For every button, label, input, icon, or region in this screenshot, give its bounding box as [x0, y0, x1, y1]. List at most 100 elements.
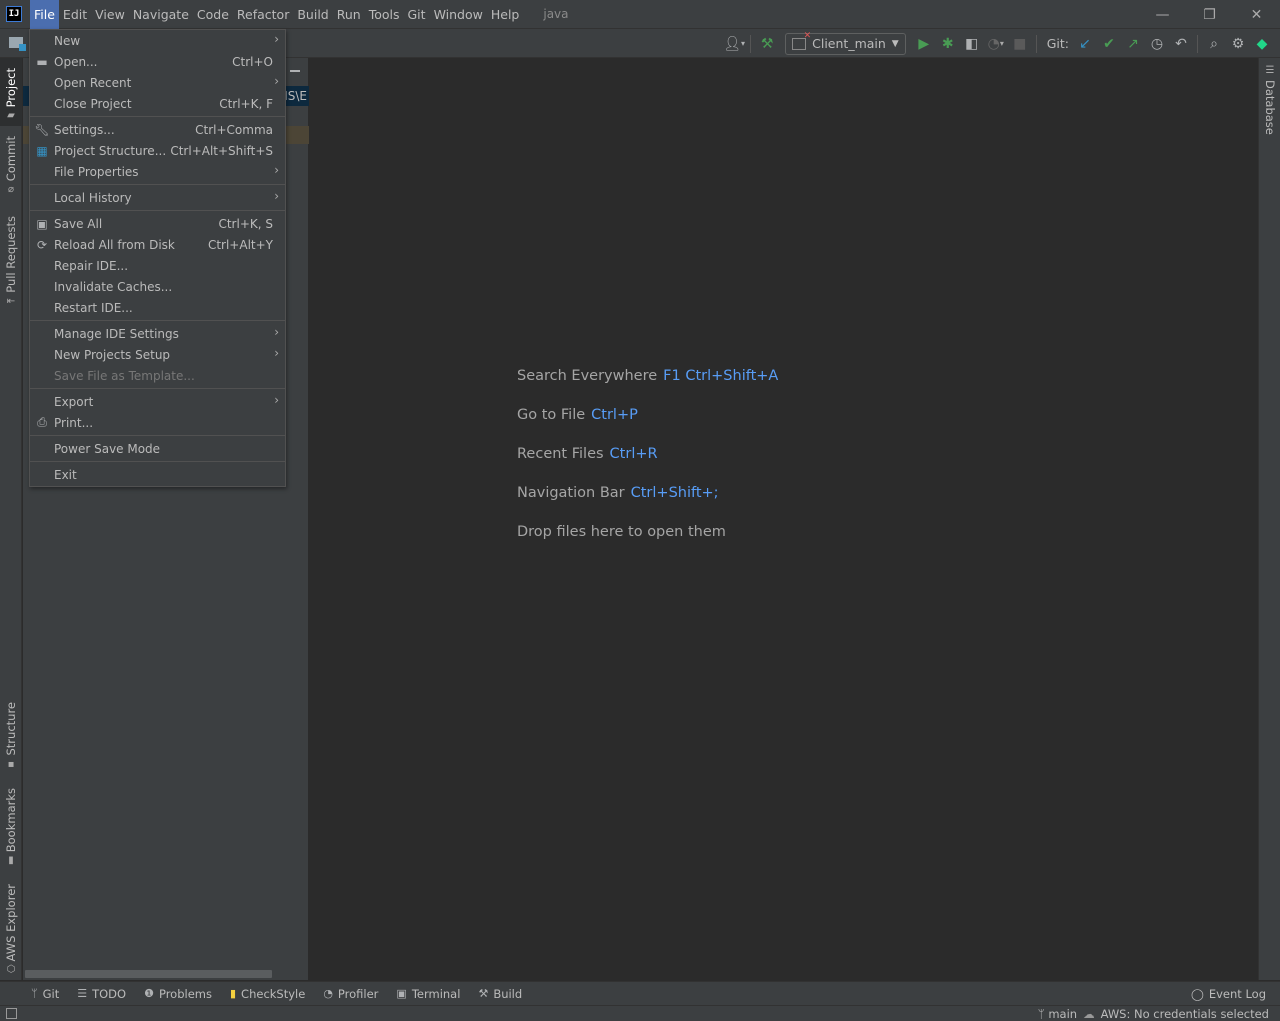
hint-navigation-bar: Navigation Bar Ctrl+Shift+; [517, 485, 778, 524]
tool-tab-commit[interactable]: Commit ⌀ [0, 136, 22, 196]
git-branch-widget[interactable]: ᛘ main [1038, 1007, 1077, 1021]
left-tool-stripe: Project ▰ Commit ⌀ Pull Requests ⇤ Struc… [0, 58, 22, 980]
menu-help[interactable]: Help [487, 0, 524, 29]
pull-request-icon: ⇤ [6, 295, 16, 307]
hint-recent-files: Recent Files Ctrl+R [517, 446, 778, 485]
chevron-down-icon: ▼ [891, 38, 899, 49]
git-update-icon[interactable]: ↙ [1073, 32, 1097, 56]
stop-icon[interactable]: ■ [1008, 32, 1032, 56]
hint-text: Drop files here to open them [517, 524, 726, 540]
structure-icon: ▪ [7, 758, 15, 770]
aws-credentials-status[interactable]: AWS: No credentials selected [1101, 1007, 1269, 1021]
menu-item-new[interactable]: New › [30, 30, 285, 51]
menu-refactor[interactable]: Refactor [233, 0, 293, 29]
database-icon: ☰ [1265, 65, 1275, 76]
debug-icon[interactable]: ✱ [936, 32, 960, 56]
settings-icon[interactable]: ⚙ [1226, 32, 1250, 56]
menu-item-file-properties[interactable]: File Properties › [30, 161, 285, 182]
menu-tools[interactable]: Tools [365, 0, 404, 29]
tool-tab-database[interactable]: ☰ Database [1259, 66, 1280, 136]
menu-item-open[interactable]: ▬ Open... Ctrl+O [30, 51, 285, 72]
menu-item-open-recent[interactable]: Open Recent › [30, 72, 285, 93]
hide-panel-icon[interactable] [290, 70, 300, 72]
bottom-tab-git[interactable]: ᛘ Git [22, 982, 68, 1006]
rollback-icon[interactable]: ↶ [1169, 32, 1193, 56]
code-with-me-icon[interactable]: ◆ [1250, 32, 1274, 56]
menu-item-exit[interactable]: Exit [30, 464, 285, 485]
menu-build[interactable]: Build [293, 0, 332, 29]
menu-window[interactable]: Window [430, 0, 487, 29]
user-icon[interactable]: 👤︎ ▾ [722, 32, 746, 56]
bottom-tab-label: TODO [92, 986, 127, 1001]
git-branch-icon: ᛘ [31, 987, 38, 1000]
bottom-tab-checkstyle[interactable]: ▮ CheckStyle [221, 982, 314, 1006]
run-config-icon [792, 31, 811, 50]
minimize-button[interactable]: — [1139, 0, 1186, 29]
restore-button[interactable]: ❐ [1186, 0, 1233, 29]
tool-tab-structure[interactable]: Structure ▪ [0, 702, 22, 769]
bottom-tab-problems[interactable]: ❶ Problems [135, 982, 221, 1006]
event-log-label: Event Log [1208, 987, 1266, 1001]
run-icon[interactable]: ▶ [912, 32, 936, 56]
hint-text: Go to File [517, 407, 586, 423]
menu-item-manage-ide-settings[interactable]: Manage IDE Settings › [30, 323, 285, 344]
menu-item-project-structure[interactable]: ▦ Project Structure... Ctrl+Alt+Shift+S [30, 140, 285, 161]
folder-icon: ▰ [7, 110, 15, 122]
menu-item-new-projects-setup[interactable]: New Projects Setup › [30, 344, 285, 365]
menu-edit[interactable]: Edit [59, 0, 91, 29]
menu-item-local-history[interactable]: Local History › [30, 187, 285, 208]
git-commit-icon[interactable]: ✔ [1097, 32, 1121, 56]
run-config-selector[interactable]: Client_main ▼ [785, 31, 906, 55]
menu-run[interactable]: Run [333, 0, 365, 29]
menu-navigate[interactable]: Navigate [129, 0, 193, 29]
tool-tab-project[interactable]: Project ▰ [0, 58, 22, 126]
toggle-tool-windows-icon[interactable] [6, 1008, 17, 1019]
aws-credentials-icon[interactable]: ☁ [1083, 1007, 1095, 1021]
tool-tab-label: Pull Requests [4, 216, 18, 293]
bottom-tab-terminal[interactable]: ▣ Terminal [387, 982, 469, 1006]
project-folder-icon[interactable] [9, 37, 26, 51]
bottom-tab-label: Build [493, 986, 523, 1001]
hint-shortcut: F1 Ctrl+Shift+A [663, 368, 779, 384]
intellij-logo-icon[interactable]: IJ [6, 6, 22, 22]
menu-item-print[interactable]: ⎙ Print... [30, 412, 285, 433]
hint-go-to-file: Go to File Ctrl+P [517, 407, 778, 446]
git-push-icon[interactable]: ↗ [1121, 32, 1145, 56]
build-hammer-icon[interactable]: ⚒ [755, 32, 779, 56]
bottom-tab-label: Terminal [411, 986, 461, 1001]
profile-icon[interactable]: ◔ ▾ [984, 32, 1008, 56]
menu-git[interactable]: Git [404, 0, 430, 29]
menu-item-reload-all[interactable]: ⟳ Reload All from Disk Ctrl+Alt+Y [30, 234, 285, 255]
menu-code[interactable]: Code [193, 0, 233, 29]
coverage-icon[interactable]: ◧ [960, 32, 984, 56]
menu-item-repair-ide[interactable]: Repair IDE... [30, 255, 285, 276]
hint-text: Navigation Bar [517, 485, 625, 501]
search-icon[interactable]: ⌕ [1202, 32, 1226, 56]
bottom-tab-todo[interactable]: ☰ TODO [68, 982, 135, 1006]
menu-file[interactable]: File [30, 0, 59, 29]
menu-item-power-save-mode[interactable]: Power Save Mode [30, 438, 285, 459]
bottom-tab-build[interactable]: ⚒ Build [469, 982, 531, 1006]
tool-tab-aws-explorer[interactable]: AWS Explorer ⬡ [0, 884, 22, 975]
menu-item-save-all[interactable]: ▣ Save All Ctrl+K, S [30, 213, 285, 234]
folder-open-icon: ▬ [36, 54, 48, 69]
history-icon[interactable]: ◷ [1145, 32, 1169, 56]
menu-item-invalidate-caches[interactable]: Invalidate Caches... [30, 276, 285, 297]
event-log-button[interactable]: ◯ Event Log [1191, 982, 1266, 1006]
menu-item-close-project[interactable]: Close Project Ctrl+K, F [30, 93, 285, 114]
hint-search-everywhere: Search Everywhere F1 Ctrl+Shift+A [517, 368, 778, 407]
bottom-tab-profiler[interactable]: ◔ Profiler [314, 982, 387, 1006]
tool-tab-pull-requests[interactable]: Pull Requests ⇤ [0, 216, 22, 307]
horizontal-scrollbar[interactable] [25, 970, 272, 978]
menu-item-export[interactable]: Export › [30, 391, 285, 412]
tool-tab-bookmarks[interactable]: Bookmarks ▮ [0, 788, 22, 866]
menu-item-settings[interactable]: 🔧︎ Settings... Ctrl+Comma [30, 119, 285, 140]
menu-item-restart-ide[interactable]: Restart IDE... [30, 297, 285, 318]
tool-tab-label: Bookmarks [4, 788, 18, 853]
close-button[interactable]: ✕ [1233, 0, 1280, 29]
hint-shortcut: Ctrl+Shift+; [630, 485, 719, 501]
menu-view[interactable]: View [91, 0, 129, 29]
file-menu-dropdown: New › ▬ Open... Ctrl+O Open Recent › Close P… [29, 29, 286, 487]
right-tool-stripe: ☰ Database [1258, 58, 1280, 980]
tool-tab-label: AWS Explorer [4, 884, 18, 962]
